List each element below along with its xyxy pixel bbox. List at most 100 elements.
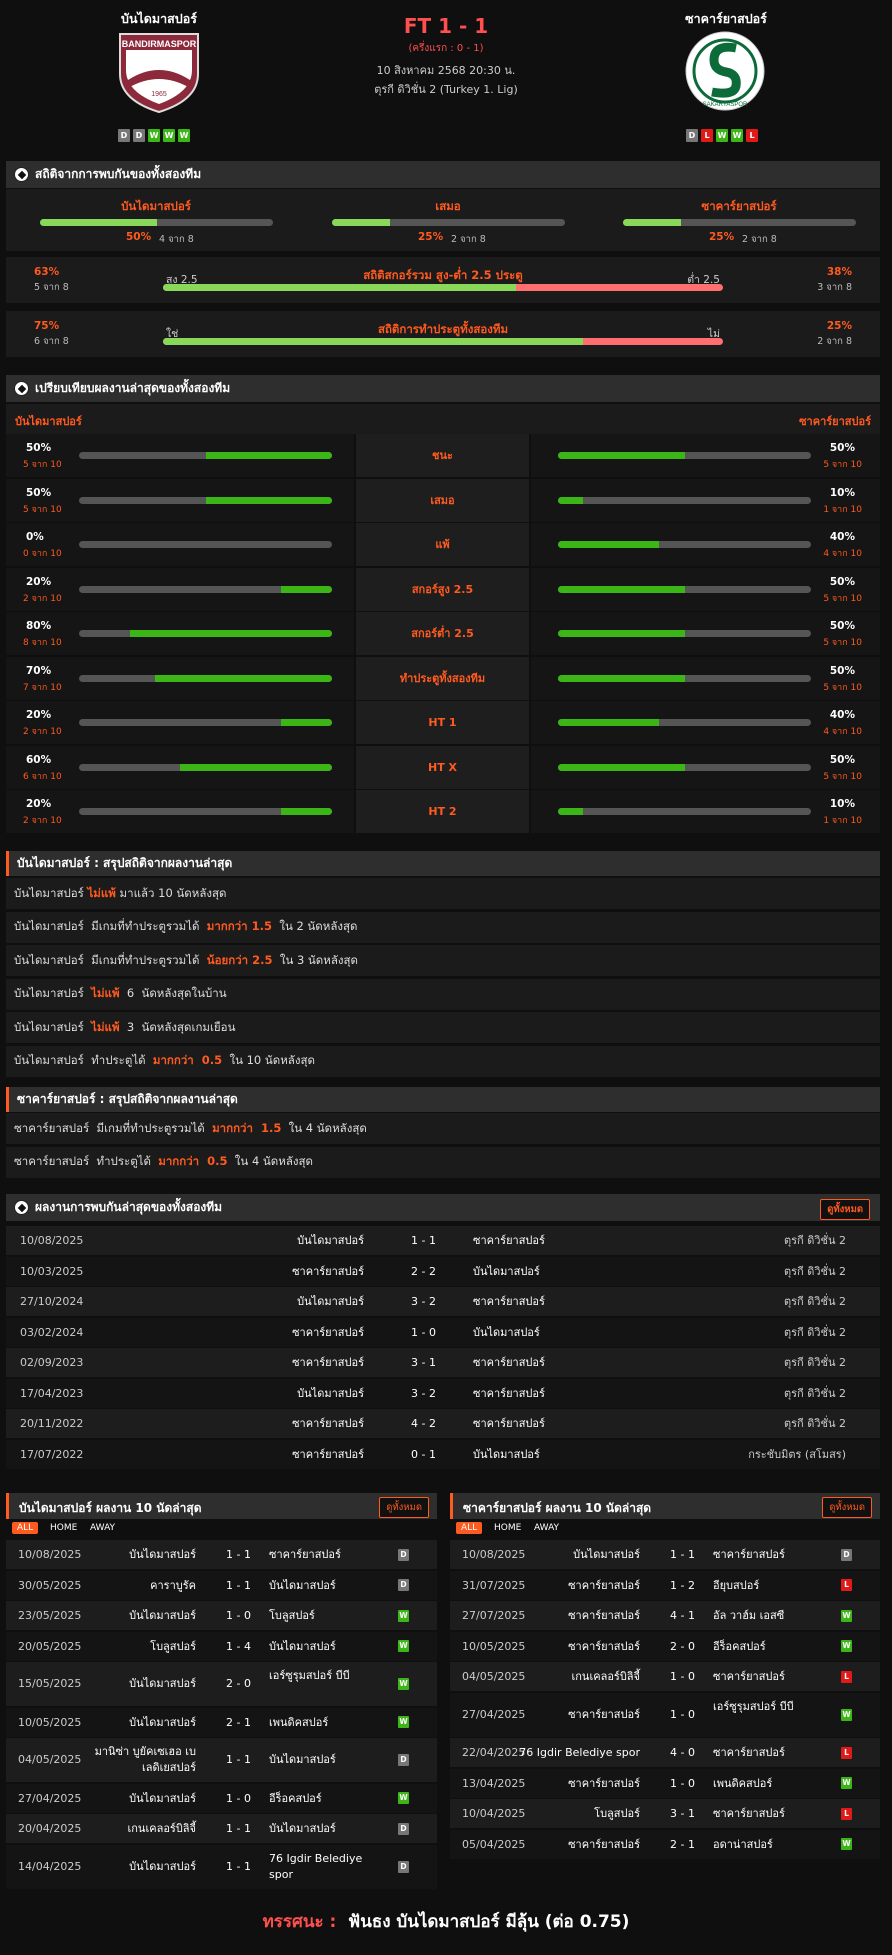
table-row[interactable]: 15/05/2025 บันไดมาสปอร์ 2 - 0 เอร์ซูรุมสปอร… — [6, 1662, 437, 1706]
table-row[interactable]: 13/04/2025 ซาคาร์ยาสปอร์ 1 - 0 เพนดิคสปอร์ W — [450, 1768, 880, 1798]
match-date: 31/07/2025 — [462, 1578, 526, 1592]
table-row[interactable]: 30/05/2025 คาราบูรัค 1 - 1 บันไดมาสปอร์ D — [6, 1570, 437, 1600]
away-team: ซาคาร์ยาสปอร์ — [473, 1295, 545, 1308]
summary-text: ใน 3 นัดหลังสุด — [272, 952, 358, 967]
compare-away-fill — [558, 763, 685, 771]
compare-away-sub: 1 จาก 10 — [823, 816, 862, 826]
summary-text: ซาคาร์ยาสปอร์ ทำประตูได้ — [14, 1154, 159, 1168]
half-time-score: (ครึ่งแรก : 0 - 1) — [408, 43, 484, 54]
form-badge: D — [133, 129, 145, 142]
compare-label: ทำประตูทั้งสองทีม — [356, 656, 529, 700]
compare-label: สกอร์สูง 2.5 — [356, 567, 529, 611]
table-row[interactable]: 10/04/2025 โบลูสปอร์ 3 - 1 ซาคาร์ยาสปอร์ L — [450, 1799, 880, 1828]
home-team: เกนเคลอร์บิลิจี้ — [571, 1670, 640, 1683]
form-badge: L — [746, 129, 758, 142]
h2h-stat-col: เสมอ 25% 2 จาก 8 — [318, 189, 578, 251]
table-row[interactable]: 10/08/2025 บันไดมาสปอร์ 1 - 1 ซาคาร์ยาสปอร์… — [6, 1540, 437, 1569]
away-team: ซาคาร์ยาสปอร์ — [713, 1807, 785, 1820]
table-row[interactable]: 10/05/2025 ซาคาร์ยาสปอร์ 2 - 0 อีร็อคสปอร์ W — [450, 1631, 880, 1661]
h2h-stat-pct: 50% — [126, 231, 152, 243]
table-row[interactable]: 20/11/2022 ซาคาร์ยาสปอร์ 4 - 2 ซาคาร์ยาสปอร… — [6, 1409, 880, 1438]
table-row[interactable]: 17/07/2022 ซาคาร์ยาสปอร์ 0 - 1 บันไดมาสปอร์… — [6, 1439, 880, 1469]
table-row[interactable]: 04/05/2025 มานิซ่า บูยัคเซเฮอ เบเลดิเยสปอ… — [6, 1738, 437, 1782]
compare-home-fill — [154, 674, 332, 682]
result-badge: D — [398, 1579, 409, 1591]
table-row[interactable]: 10/08/2025 บันไดมาสปอร์ 1 - 1 ซาคาร์ยาสปอร์… — [6, 1226, 880, 1255]
table-row[interactable]: 05/04/2025 ซาคาร์ยาสปอร์ 2 - 1 อดาน่าสปอร์ W — [450, 1829, 880, 1859]
section-title: ผลงานการพบกันล่าสุดของทั้งสองทีม — [35, 1200, 223, 1214]
away-team: ซาคาร์ยาสปอร์ — [473, 1386, 545, 1400]
compare-home-pct: 60% — [26, 753, 52, 766]
filter-tab-all[interactable]: ALL — [456, 1522, 483, 1534]
summary-text: บันไดมาสปอร์ ทำประตูได้ — [14, 1053, 153, 1067]
table-row[interactable]: 20/05/2025 โบลูสปอร์ 1 - 4 บันไดมาสปอร์ W — [6, 1631, 437, 1661]
table-row[interactable]: 22/04/2025 76 Igdir Belediye spor 4 - 0 ซาค… — [450, 1738, 880, 1767]
filter-tab-away[interactable]: AWAY — [85, 1522, 120, 1534]
table-row[interactable]: 23/05/2025 บันไดมาสปอร์ 1 - 0 โบลูสปอร์ W — [6, 1601, 437, 1630]
away-team: เพนดิคสปอร์ — [713, 1776, 773, 1790]
home-view-all-button[interactable]: ดูทั้งหมด — [379, 1497, 429, 1518]
h2h-stat-bar — [40, 219, 273, 226]
result-badge: L — [841, 1579, 852, 1591]
compare-team-labels: บันไดมาสปอร์ ซาคาร์ยาสปอร์ — [6, 404, 880, 434]
compare-home-fill — [281, 719, 332, 726]
table-row[interactable]: 20/04/2025 เกนเคลอร์บิลิจี้ 1 - 1 บันไดมาสป… — [6, 1814, 437, 1843]
match-date: 10/05/2025 — [18, 1715, 82, 1729]
compare-away-bar — [558, 452, 811, 459]
summary-row: ซาคาร์ยาสปอร์ ทำประตูได้ มากกว่า 0.5 ใน … — [6, 1146, 880, 1178]
result-badge: D — [398, 1822, 409, 1835]
football-icon — [14, 381, 29, 396]
table-row[interactable]: 27/04/2025 บันไดมาสปอร์ 1 - 0 อีร็อคสปอร์ W — [6, 1783, 437, 1813]
home-team: ซาคาร์ยาสปอร์ — [568, 1578, 640, 1592]
compare-home-pct: 80% — [26, 620, 52, 632]
table-row[interactable]: 02/09/2023 ซาคาร์ยาสปอร์ 3 - 1 ซาคาร์ยาสปอร… — [6, 1348, 880, 1377]
compare-home-bar — [79, 630, 332, 637]
table-row[interactable]: 10/05/2025 บันไดมาสปอร์ 2 - 1 เพนดิคสปอร์ W — [6, 1707, 437, 1737]
compare-row: 80% 8 จาก 10 สกอร์ต่ำ 2.5 50% 5 จาก 10 — [6, 612, 880, 656]
summary-text: บันไดมาสปอร์ — [14, 986, 92, 1000]
filter-tab-home[interactable]: HOME — [489, 1522, 526, 1534]
filter-tab-all[interactable]: ALL — [12, 1522, 39, 1534]
table-row[interactable]: 27/07/2025 ซาคาร์ยาสปอร์ 4 - 1 อัล วาฮ์ม เอ… — [450, 1601, 880, 1630]
match-date: 20/05/2025 — [18, 1639, 82, 1653]
home-team: 76 Igdir Belediye spor — [519, 1746, 640, 1759]
away-last10-header: ซาคาร์ยาสปอร์ ผลงาน 10 นัดล่าสุด ดูทั้งห… — [450, 1493, 880, 1519]
away-view-all-button[interactable]: ดูทั้งหมด — [822, 1497, 872, 1518]
table-row[interactable]: 10/08/2025 บันไดมาสปอร์ 1 - 1 ซาคาร์ยาสปอร์… — [450, 1540, 880, 1569]
match-score: 3 - 2 — [411, 1295, 436, 1308]
match-date: 04/05/2025 — [18, 1753, 82, 1766]
away-team: บันไดมาสปอร์ — [269, 1639, 336, 1653]
form-badge: D — [686, 129, 698, 142]
match-date: 27/07/2025 — [462, 1609, 526, 1622]
match-datetime: 10 สิงหาคม 2568 20:30 น. — [376, 64, 516, 77]
match-date: 27/04/2025 — [18, 1791, 82, 1805]
compare-away-fill — [558, 496, 584, 504]
table-row[interactable]: 27/10/2024 บันไดมาสปอร์ 3 - 2 ซาคาร์ยาสปอร์… — [6, 1287, 880, 1316]
summary-highlight: ไม่แพ้ — [87, 885, 116, 900]
table-row[interactable]: 31/07/2025 ซาคาร์ยาสปอร์ 1 - 2 อียุบสปอร์ L — [450, 1570, 880, 1600]
table-row[interactable]: 04/05/2025 เกนเคลอร์บิลิจี้ 1 - 0 ซาคาร์ยาส… — [450, 1662, 880, 1691]
compare-home-pct: 20% — [26, 709, 52, 721]
compare-home-cell: 60% 6 จาก 10 — [6, 745, 354, 789]
compare-row: 0% 0 จาก 10 แพ้ 40% 4 จาก 10 — [6, 523, 880, 567]
filter-tab-away[interactable]: AWAY — [529, 1522, 564, 1534]
match-date: 27/04/2025 — [462, 1707, 526, 1721]
compare-away-sub: 5 จาก 10 — [823, 682, 862, 693]
compare-away-fill — [558, 541, 660, 548]
h2h-stats-panel: บันไดมาสปอร์ 50% 4 จาก 8 เสมอ 25% 2 จาก 8 ซาคา… — [6, 189, 880, 251]
filter-tab-home[interactable]: HOME — [45, 1522, 82, 1534]
summary-text: บันไดมาสปอร์ — [14, 885, 88, 900]
table-row[interactable]: 03/02/2024 ซาคาร์ยาสปอร์ 1 - 0 บันไดมาสปอร์… — [6, 1317, 880, 1347]
table-row[interactable]: 14/04/2025 บันไดมาสปอร์ 1 - 1 76 Igdir Bele… — [6, 1844, 437, 1889]
table-row[interactable]: 17/04/2023 บันไดมาสปอร์ 3 - 2 ซาคาร์ยาสปอร์… — [6, 1378, 880, 1408]
league: ตุรกี ดิวิชั่น 2 — [783, 1386, 846, 1400]
table-row[interactable]: 10/03/2025 ซาคาร์ยาสปอร์ 2 - 2 บันไดมาสปอร์… — [6, 1256, 880, 1286]
table-row[interactable]: 27/04/2025 ซาคาร์ยาสปอร์ 1 - 0 เอร์ซูรุมสปอ… — [450, 1692, 880, 1737]
away-team: บันไดมาสปอร์ — [473, 1325, 540, 1339]
result-badge: D — [398, 1860, 409, 1873]
view-all-button[interactable]: ดูทั้งหมด — [820, 1199, 870, 1220]
home-last10-header: บันไดมาสปอร์ ผลงาน 10 นัดล่าสุด ดูทั้งหม… — [6, 1493, 437, 1519]
compare-label: เสมอ — [356, 478, 529, 522]
home-team: คาราบูรัค — [150, 1578, 196, 1592]
result-badge: W — [398, 1609, 409, 1622]
